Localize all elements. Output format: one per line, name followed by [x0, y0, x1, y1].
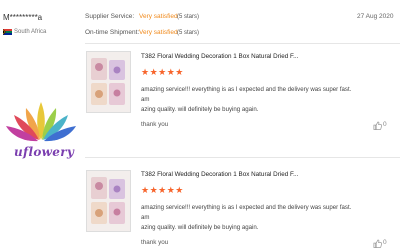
- seller-reply: thank you: [141, 239, 169, 246]
- shipment-label: On-time Shipment:: [85, 29, 140, 36]
- review-text-line: amazing service!!! everything is as I ex…: [141, 204, 352, 221]
- reviewer-name: M*********a: [3, 13, 43, 22]
- review-text: amazing service!!! everything is as I ex…: [141, 203, 356, 233]
- logo-text: uflowery: [14, 145, 75, 159]
- thumbs-up-icon[interactable]: [373, 121, 382, 130]
- review-text-line: amazing service!!! everything is as I ex…: [141, 86, 352, 103]
- product-thumbnail[interactable]: [86, 51, 131, 113]
- thumbs-up-icon[interactable]: [373, 239, 382, 248]
- product-title[interactable]: T382 Floral Wedding Decoration 1 Box Nat…: [141, 171, 298, 178]
- review-date: 27 Aug 2020: [357, 13, 394, 20]
- product-title[interactable]: T382 Floral Wedding Decoration 1 Box Nat…: [141, 53, 298, 60]
- divider: [85, 157, 400, 158]
- product-image: [87, 52, 130, 112]
- shipment-value: Very satisfied: [139, 29, 178, 36]
- supplier-service-value: Very satisfied: [139, 13, 178, 20]
- reviewer-country: South Africa: [14, 29, 47, 35]
- seller-reply: thank you: [141, 121, 169, 128]
- shipment-count: (5 stars): [177, 30, 200, 36]
- supplier-service-count: (5 stars): [177, 14, 200, 20]
- star-rating: ★★★★★: [141, 67, 184, 77]
- star-rating: ★★★★★: [141, 185, 184, 195]
- review-text: amazing service!!! everything is as I ex…: [141, 85, 356, 115]
- divider: [85, 43, 400, 44]
- product-image: [87, 171, 130, 231]
- south-africa-flag-icon: [3, 29, 12, 35]
- product-thumbnail[interactable]: [86, 170, 131, 232]
- supplier-service-label: Supplier Service:: [85, 13, 135, 20]
- like-count: 0: [383, 121, 387, 128]
- like-count: 0: [383, 239, 387, 246]
- review-text-line: azing quality. will definitely be buying…: [141, 106, 259, 113]
- review-text-line: azing quality. will definitely be buying…: [141, 224, 259, 231]
